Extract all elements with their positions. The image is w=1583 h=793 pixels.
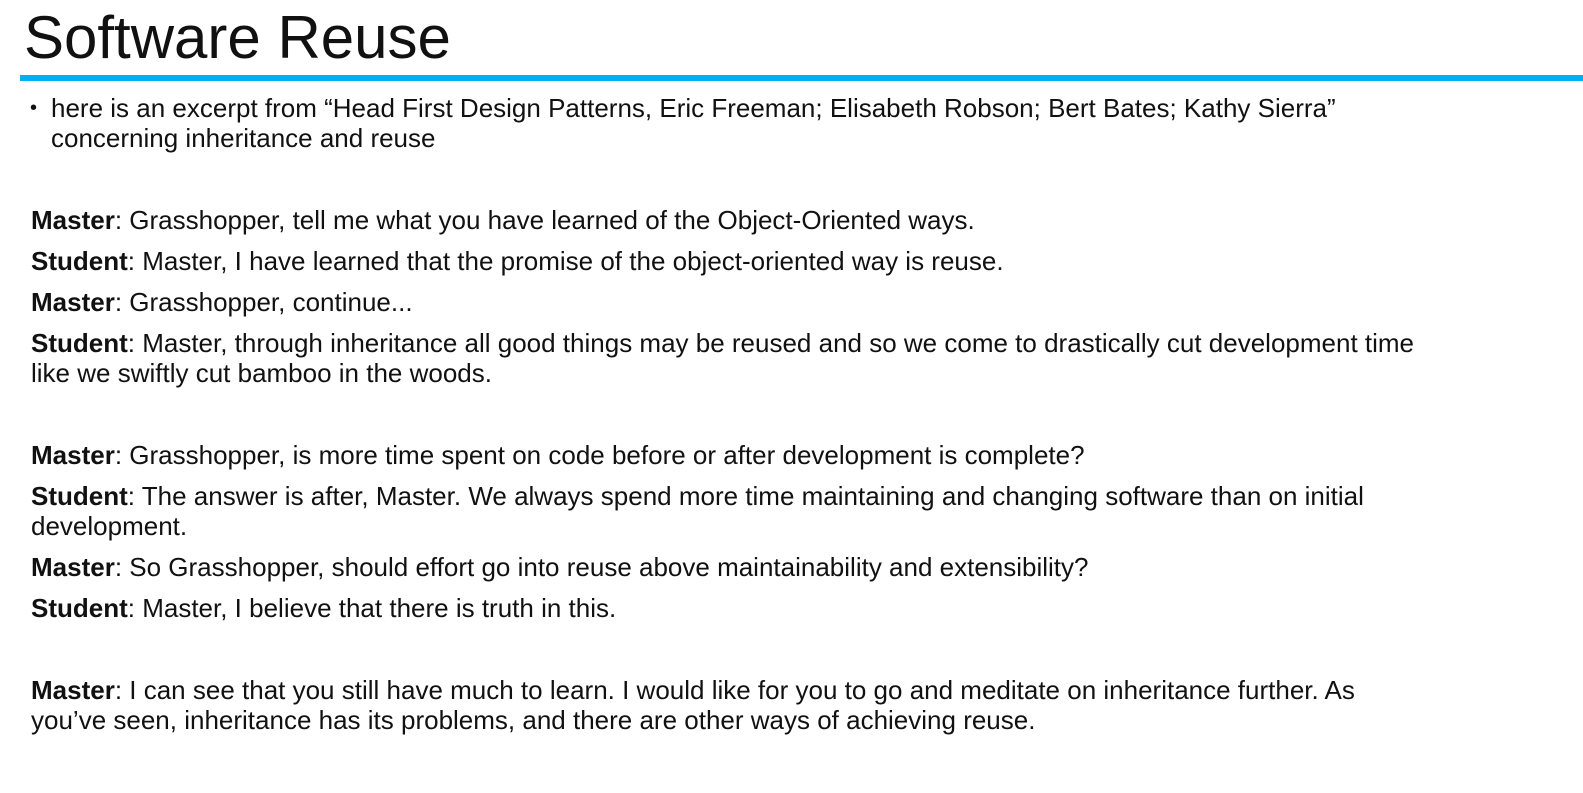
entry-line-1: Master: Grasshopper, tell me what you ha… [31, 205, 975, 235]
bullet-icon: • [30, 97, 38, 119]
dialogue-entry: Master: I can see that you still have mu… [31, 675, 1355, 735]
speaker-name: Master [31, 552, 115, 582]
entry-line-2: like we swiftly cut bamboo in the woods. [31, 358, 492, 388]
bullet-line-2: concerning inheritance and reuse [51, 123, 436, 153]
entry-line-1: Master: Grasshopper, continue... [31, 287, 413, 317]
entry-text: : Grasshopper, is more time spent on cod… [114, 440, 1085, 470]
entry-text: : The answer is after, Master. We always… [127, 481, 1364, 511]
dialogue-entry: Master: Grasshopper, continue... [31, 287, 413, 317]
entry-text: : So Grasshopper, should effort go into … [114, 552, 1089, 582]
dialogue-entry: Student: Master, through inheritance all… [31, 328, 1414, 388]
speaker-name: Student [31, 481, 128, 511]
speaker-name: Student [31, 593, 128, 623]
entry-text: : Grasshopper, tell me what you have lea… [114, 205, 975, 235]
dialogue-entry: Master: Grasshopper, tell me what you ha… [31, 205, 975, 235]
dialogue-entry: Master: So Grasshopper, should effort go… [31, 552, 1089, 582]
intro-bullet: • here is an excerpt from “Head First De… [30, 93, 1336, 153]
speaker-name: Master [31, 440, 115, 470]
speaker-name: Student [31, 328, 128, 358]
entry-line-1: Student: Master, I believe that there is… [31, 593, 616, 623]
speaker-name: Master [31, 205, 115, 235]
entry-line-1: Master: So Grasshopper, should effort go… [31, 552, 1089, 582]
entry-text: : Master, through inheritance all good t… [127, 328, 1415, 358]
entry-line-1: Master: I can see that you still have mu… [31, 675, 1355, 705]
dialogue-entry: Student: Master, I believe that there is… [31, 593, 616, 623]
entry-line-1: Student: The answer is after, Master. We… [31, 481, 1364, 511]
bullet-line-1: here is an excerpt from “Head First Desi… [51, 93, 1336, 123]
entry-text: : Master, I believe that there is truth … [127, 593, 617, 623]
dialogue-entry: Master: Grasshopper, is more time spent … [31, 440, 1085, 470]
entry-line-1: Student: Master, through inheritance all… [31, 328, 1414, 358]
title-divider [20, 75, 1583, 81]
entry-text: : I can see that you still have much to … [114, 675, 1355, 705]
speaker-name: Student [31, 246, 128, 276]
slide-title: Software Reuse [24, 4, 451, 71]
entry-line-1: Master: Grasshopper, is more time spent … [31, 440, 1085, 470]
dialogue-entry: Student: The answer is after, Master. We… [31, 481, 1364, 541]
entry-line-2: you’ve seen, inheritance has its problem… [31, 705, 1036, 735]
speaker-name: Master [31, 287, 115, 317]
dialogue-entry: Student: Master, I have learned that the… [31, 246, 1004, 276]
speaker-name: Master [31, 675, 115, 705]
entry-line-2: development. [31, 511, 188, 541]
entry-text: : Master, I have learned that the promis… [127, 246, 1004, 276]
entry-text: : Grasshopper, continue... [114, 287, 413, 317]
entry-line-1: Student: Master, I have learned that the… [31, 246, 1004, 276]
